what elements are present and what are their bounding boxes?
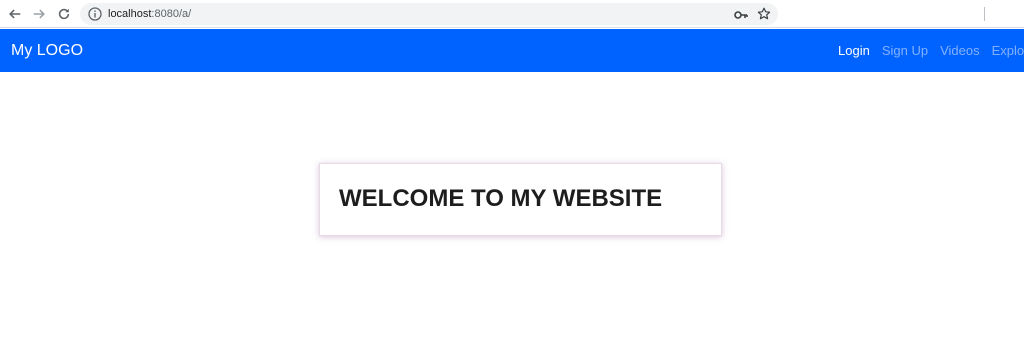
- nav-link-sign-up[interactable]: Sign Up: [882, 43, 928, 59]
- forward-arrow-icon[interactable]: [30, 5, 48, 23]
- nav-link-login[interactable]: Login: [838, 43, 870, 59]
- nav-link-explore[interactable]: Explore: [992, 43, 1024, 59]
- welcome-heading: WELCOME TO MY WEBSITE: [339, 185, 663, 212]
- url-host: localhost: [108, 8, 152, 20]
- address-bar[interactable]: localhost:8080/a/: [80, 3, 778, 25]
- site-navbar: My LOGO Login Sign Up Videos Explore: [0, 29, 1024, 72]
- nav-link-videos[interactable]: Videos: [940, 43, 980, 59]
- key-icon[interactable]: [734, 8, 748, 20]
- browser-toolbar: localhost:8080/a/: [0, 0, 1024, 28]
- bookmark-star-icon[interactable]: [757, 7, 771, 21]
- reload-icon[interactable]: [55, 5, 73, 23]
- site-info-icon[interactable]: [88, 7, 102, 21]
- back-arrow-icon[interactable]: [6, 5, 24, 23]
- welcome-card: WELCOME TO MY WEBSITE: [319, 163, 722, 236]
- url-path: :8080/a/: [151, 8, 192, 20]
- url-text[interactable]: localhost:8080/a/: [108, 7, 191, 21]
- toolbar-divider: [984, 7, 985, 21]
- brand-logo-link[interactable]: My LOGO: [11, 41, 83, 61]
- nav-links: Login Sign Up Videos Explore: [838, 43, 1024, 59]
